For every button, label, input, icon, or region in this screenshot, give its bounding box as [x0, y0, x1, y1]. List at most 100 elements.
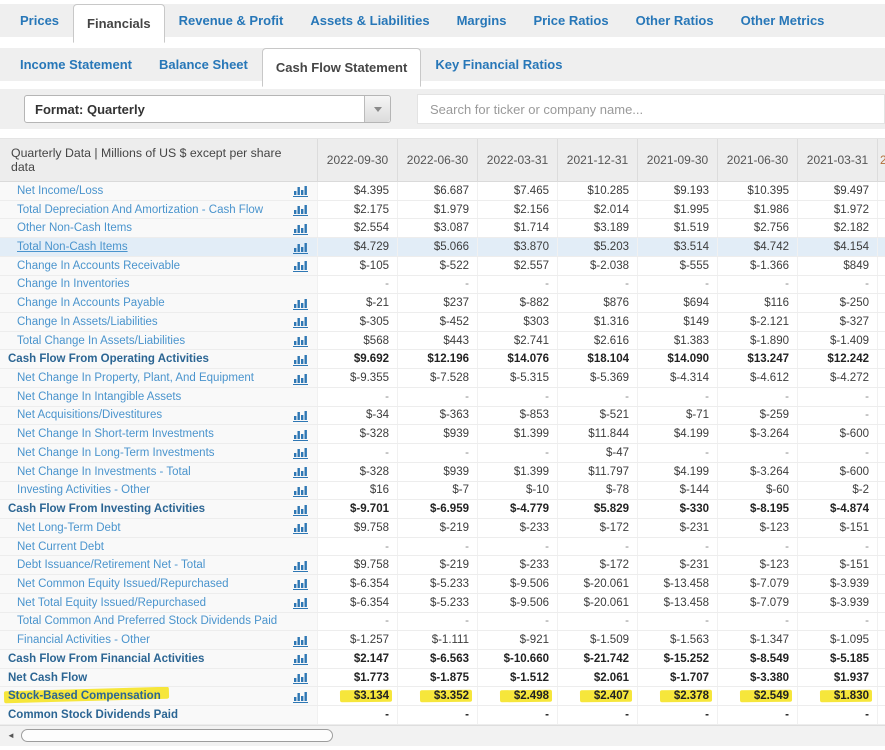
row-label-link[interactable]: Net Total Equity Issued/Repurchased [0, 594, 283, 612]
partial-value-cell [877, 538, 885, 556]
row-label-link[interactable]: Net Cash Flow [0, 669, 283, 687]
row-label-link[interactable]: Total Depreciation And Amortization - Ca… [0, 201, 283, 219]
row-label-link[interactable]: Net Change In Long-Term Investments [0, 444, 283, 462]
row-label-link[interactable]: Change In Assets/Liabilities [0, 313, 283, 331]
partial-value-cell [877, 407, 885, 425]
value-cell: $-172 [557, 556, 637, 574]
bar-chart-icon[interactable] [283, 257, 317, 275]
row-label-link[interactable]: Net Change In Investments - Total [0, 463, 283, 481]
value-cell: - [477, 538, 557, 556]
tab-price-ratios[interactable]: Price Ratios [520, 4, 621, 37]
row-label-link[interactable]: Financial Activities - Other [0, 631, 283, 649]
bar-chart-icon[interactable] [283, 201, 317, 219]
bar-chart-icon[interactable] [283, 182, 317, 200]
value-cell: $2.407 [557, 687, 637, 705]
bar-chart-icon[interactable] [283, 500, 317, 518]
row-label-link[interactable]: Net Change In Short-term Investments [0, 425, 283, 443]
value-cell: $-5.233 [397, 575, 477, 593]
tab-financials[interactable]: Financials [73, 4, 165, 43]
partial-value-cell [877, 613, 885, 631]
bar-chart-icon[interactable] [283, 294, 317, 312]
value-cell: $694 [637, 294, 717, 312]
tab-prices[interactable]: Prices [7, 4, 72, 37]
table-row-cash-flow-from-investing-activities: Cash Flow From Investing Activities$-9.7… [0, 500, 885, 519]
row-label-link[interactable]: Net Change In Property, Plant, And Equip… [0, 369, 283, 387]
bar-chart-icon[interactable] [283, 594, 317, 612]
bar-chart-icon[interactable] [283, 687, 317, 705]
row-label-link[interactable]: Cash Flow From Operating Activities [0, 350, 283, 368]
scroll-left-icon[interactable]: ◄ [7, 732, 15, 740]
row-label-link[interactable]: Debt Issuance/Retirement Net - Total [0, 556, 283, 574]
bar-chart-icon[interactable] [283, 332, 317, 350]
value-cell: $2.549 [717, 687, 797, 705]
bar-chart-icon[interactable] [283, 650, 317, 668]
row-label-link[interactable]: Cash Flow From Investing Activities [0, 500, 283, 518]
bar-chart-icon[interactable] [283, 219, 317, 237]
value-cell: - [317, 276, 397, 294]
bar-chart-icon[interactable] [283, 556, 317, 574]
horizontal-scrollbar[interactable]: ◄ [0, 725, 885, 746]
tab-other-ratios[interactable]: Other Ratios [623, 4, 727, 37]
value-cell: $2.741 [477, 332, 557, 350]
tab-cash-flow-statement[interactable]: Cash Flow Statement [262, 48, 421, 87]
value-cell: $-7.079 [717, 575, 797, 593]
value-cell: $4.395 [317, 182, 397, 200]
date-column-header: 2022-06-30 [397, 139, 477, 181]
tab-revenue-profit[interactable]: Revenue & Profit [166, 4, 297, 37]
value-cell: $1.995 [637, 201, 717, 219]
bar-chart-icon[interactable] [283, 482, 317, 500]
row-label-link[interactable]: Change In Accounts Payable [0, 294, 283, 312]
tab-income-statement[interactable]: Income Statement [7, 48, 145, 81]
row-label-link[interactable]: Net Income/Loss [0, 182, 283, 200]
table-corner-header: Quarterly Data | Millions of US $ except… [0, 139, 283, 181]
bar-chart-icon[interactable] [283, 669, 317, 687]
bar-chart-icon[interactable] [283, 519, 317, 537]
bar-chart-icon[interactable] [283, 350, 317, 368]
row-label-link[interactable]: Total Common And Preferred Stock Dividen… [0, 613, 283, 631]
value-cell: - [557, 388, 637, 406]
bar-chart-icon[interactable] [283, 631, 317, 649]
tab-key-financial-ratios[interactable]: Key Financial Ratios [422, 48, 575, 81]
row-label-link[interactable]: Stock-Based Compensation [0, 687, 283, 705]
row-label-link[interactable]: Change In Inventories [0, 276, 283, 294]
row-label-link[interactable]: Net Current Debt [0, 538, 283, 556]
row-label-link[interactable]: Other Non-Cash Items [0, 219, 283, 237]
value-cell: $-600 [797, 463, 877, 481]
bar-chart-icon[interactable] [283, 369, 317, 387]
bar-chart-icon[interactable] [283, 463, 317, 481]
row-label-link[interactable]: Change In Accounts Receivable [0, 257, 283, 275]
value-cell: - [637, 613, 717, 631]
chevron-down-icon[interactable] [364, 96, 390, 122]
row-label-link[interactable]: Investing Activities - Other [0, 482, 283, 500]
row-label-link[interactable]: Total Change In Assets/Liabilities [0, 332, 283, 350]
row-label-link[interactable]: Cash Flow From Financial Activities [0, 650, 283, 668]
value-cell: $-6.959 [397, 500, 477, 518]
row-label-link[interactable]: Common Stock Dividends Paid [0, 706, 283, 724]
format-select[interactable]: Format: Quarterly [24, 95, 391, 123]
tab-margins[interactable]: Margins [444, 4, 520, 37]
value-cell: $568 [317, 332, 397, 350]
tab-assets-liabilities[interactable]: Assets & Liabilities [297, 4, 442, 37]
tab-other-metrics[interactable]: Other Metrics [728, 4, 838, 37]
bar-chart-icon[interactable] [283, 238, 317, 256]
row-label-link[interactable]: Net Acquisitions/Divestitures [0, 407, 283, 425]
value-cell: - [397, 388, 477, 406]
bar-chart-icon[interactable] [283, 313, 317, 331]
value-cell: - [397, 276, 477, 294]
row-label-link[interactable]: Net Change In Intangible Assets [0, 388, 283, 406]
tab-balance-sheet[interactable]: Balance Sheet [146, 48, 261, 81]
value-cell: $9.758 [317, 556, 397, 574]
row-label-link[interactable]: Net Long-Term Debt [0, 519, 283, 537]
bar-chart-icon[interactable] [283, 407, 317, 425]
table-row-change-in-inventories: Change In Inventories------- [0, 276, 885, 295]
date-column-header: 2021-03-31 [797, 139, 877, 181]
bar-chart-icon[interactable] [283, 444, 317, 462]
scrollbar-thumb[interactable] [21, 729, 333, 742]
row-label-link[interactable]: Net Common Equity Issued/Repurchased [0, 575, 283, 593]
bar-chart-icon[interactable] [283, 425, 317, 443]
partial-value-cell [877, 425, 885, 443]
value-cell: - [317, 706, 397, 724]
bar-chart-icon[interactable] [283, 575, 317, 593]
row-label-link[interactable]: Total Non-Cash Items [0, 238, 283, 256]
search-input[interactable] [417, 94, 885, 124]
